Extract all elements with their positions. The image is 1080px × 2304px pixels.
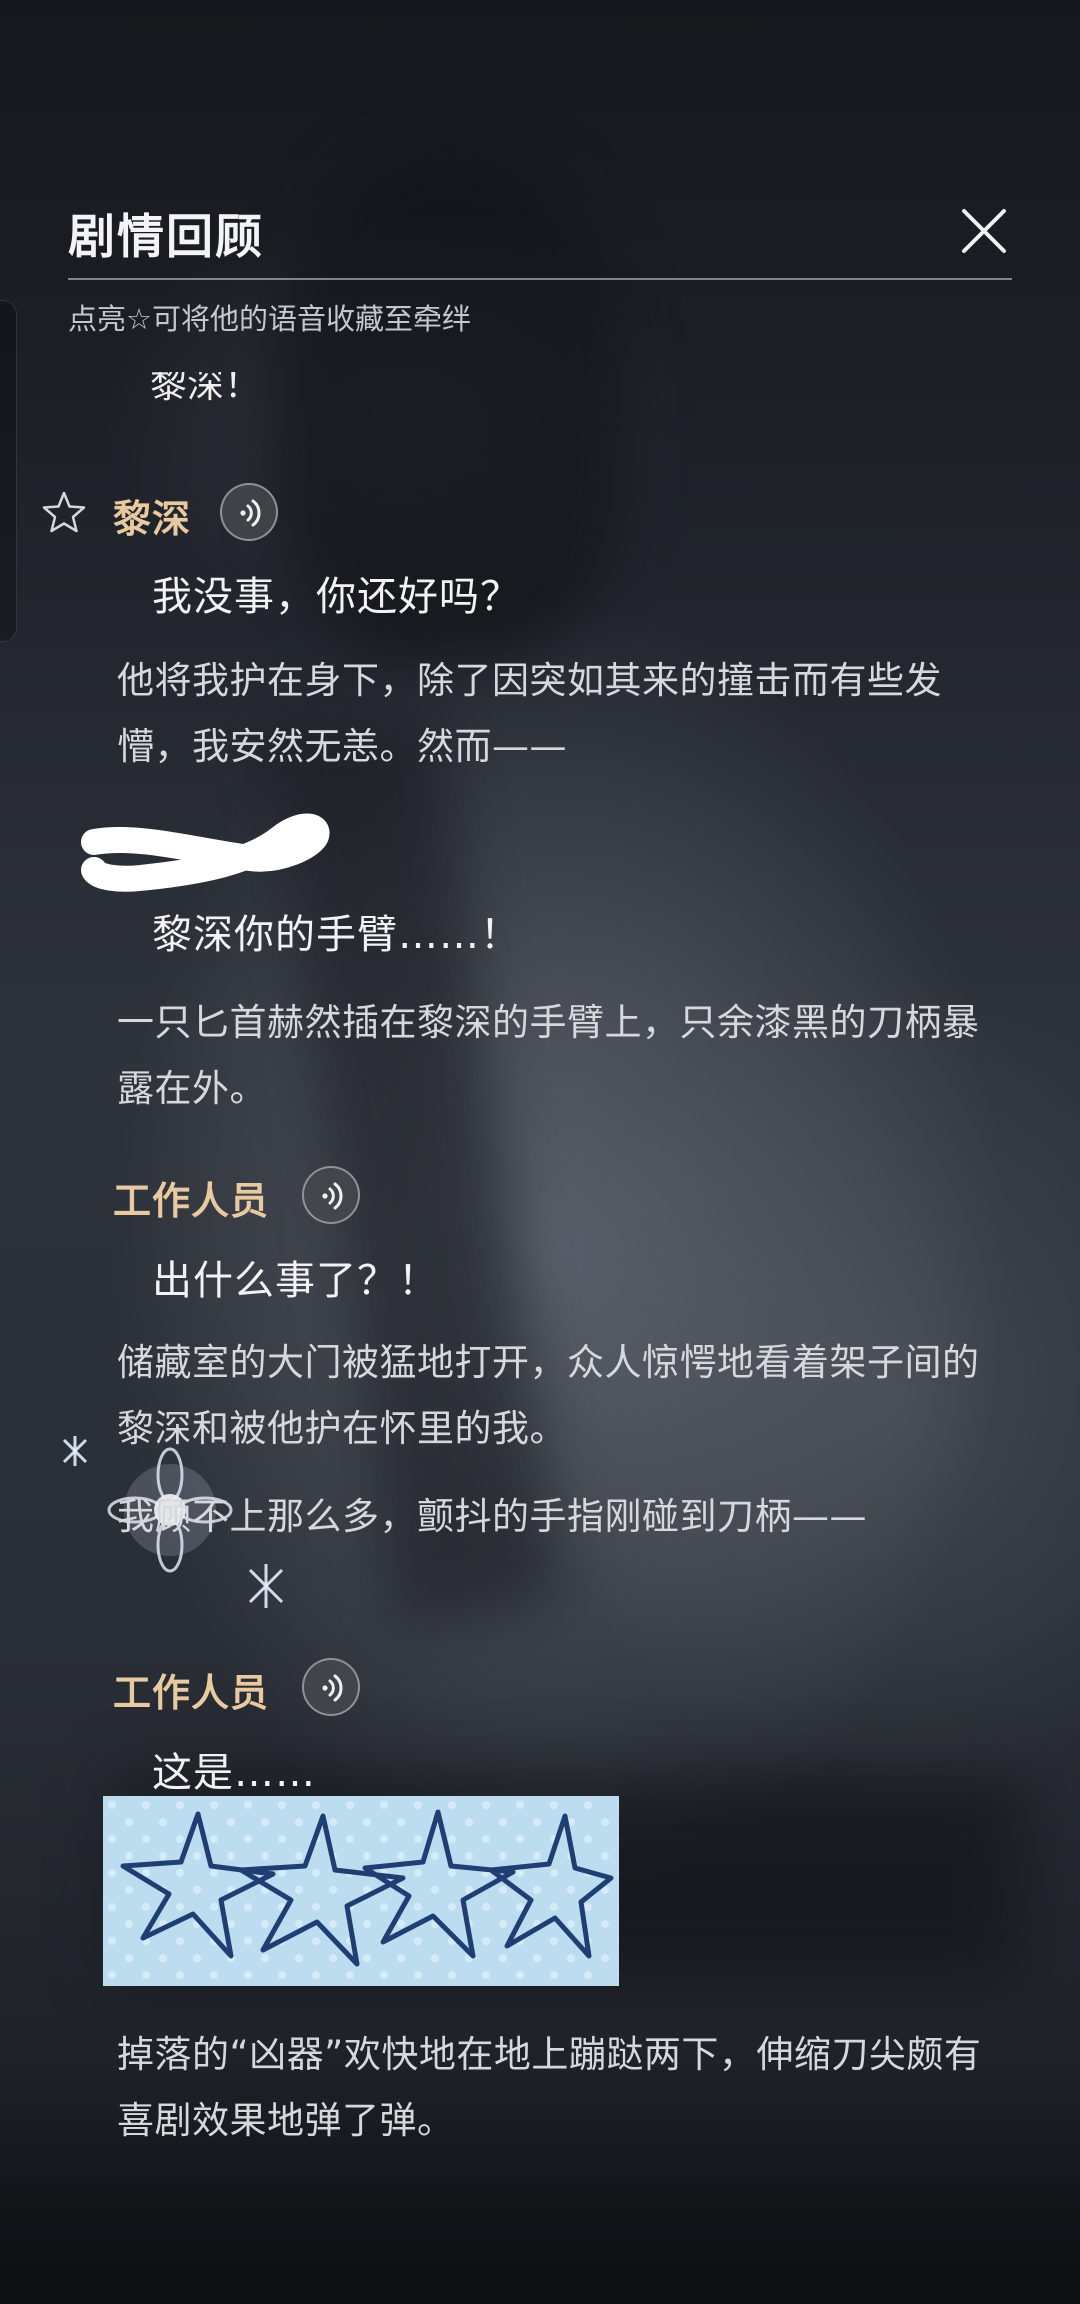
voice-play-button[interactable]: [302, 1166, 360, 1224]
favorite-hint: 点亮☆可将他的语音收藏至牵绊: [68, 302, 471, 336]
narration-text: 他将我护在身下，除了因突如其来的撞击而有些发懵，我安然无恙。然而——: [117, 659, 942, 768]
dialogue-line: 出什么事了？！: [152, 1258, 439, 1304]
close-button[interactable]: [958, 205, 1010, 257]
speaker-name: 黎深: [113, 497, 192, 541]
star-outline-icon: [42, 491, 86, 533]
cut-off-dialogue: 黎深！: [150, 372, 290, 410]
redaction-scribble: [81, 813, 330, 892]
narration-text: 我顾不上那么多，颤抖的手指刚碰到刀柄——: [117, 1495, 867, 1538]
favorite-star-button[interactable]: [40, 488, 88, 536]
speaker-name: 工作人员: [113, 1179, 270, 1223]
close-icon: [962, 209, 1006, 253]
page-title: 剧情回顾: [68, 210, 264, 265]
narration-text: 掉落的“凶器”欢快地在地上蹦跶两下，伸缩刀尖颇有喜剧效果地弹了弹。: [117, 2033, 982, 2142]
dialogue-line: 黎深你的手臂……！: [152, 912, 521, 958]
dialogue-line: 这是……: [152, 1750, 316, 1796]
dialogue-line: 我没事，你还好吗？: [152, 574, 521, 620]
cut-off-dialogue-text: 黎深！: [150, 372, 261, 406]
voice-play-icon: [240, 499, 261, 527]
header-divider: [68, 278, 1012, 280]
voice-play-icon: [322, 1674, 343, 1702]
narration-text: 一只匕首赫然插在黎深的手臂上，只余漆黑的刀柄暴露在外。: [117, 1001, 980, 1110]
voice-play-icon: [322, 1182, 343, 1210]
speaker-name: 工作人员: [113, 1671, 270, 1715]
edge-side-tab[interactable]: [0, 300, 17, 642]
voice-play-button[interactable]: [302, 1658, 360, 1716]
redaction-star-sticker: [103, 1796, 619, 1986]
voice-play-button[interactable]: [220, 483, 278, 541]
